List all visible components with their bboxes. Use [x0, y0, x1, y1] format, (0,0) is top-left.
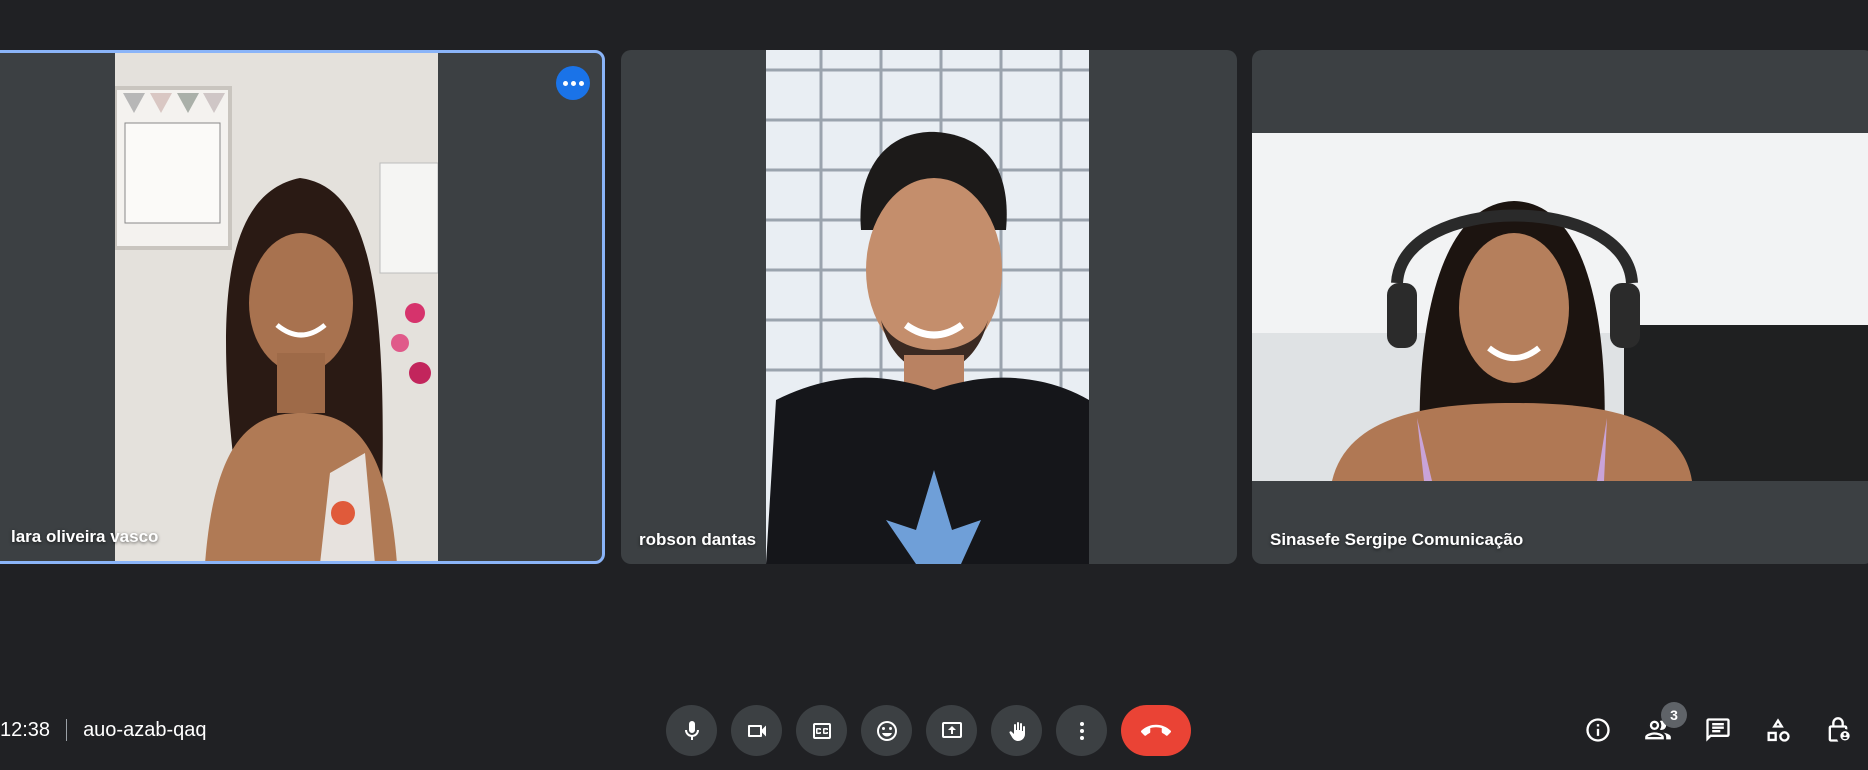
- camera-icon: [747, 724, 766, 737]
- meeting-info: 12:38 auo-azab-qaq: [0, 690, 207, 770]
- people-count-badge: 3: [1661, 702, 1687, 728]
- participant-name: Sinasefe Sergipe Comunicação: [1270, 530, 1524, 549]
- raise-hand-icon: [1008, 721, 1025, 741]
- video-frame-robson: [766, 50, 1089, 564]
- camera-button[interactable]: [731, 705, 782, 756]
- present-icon: [941, 721, 962, 738]
- end-call-icon: [1141, 724, 1171, 736]
- meeting-time: 12:38: [0, 718, 51, 741]
- participant-tile-robson[interactable]: robson dantas: [621, 50, 1237, 564]
- more-options-icon: [1079, 721, 1084, 740]
- meeting-details-button[interactable]: [1568, 700, 1628, 760]
- raise-hand-button[interactable]: [991, 705, 1042, 756]
- participant-tile-lara[interactable]: lara oliveira vasco: [0, 50, 605, 564]
- participant-tile-sinasefe[interactable]: Sinasefe Sergipe Comunicação: [1252, 50, 1868, 564]
- participant-name: lara oliveira vasco: [11, 527, 159, 546]
- meeting-code[interactable]: auo-azab-qaq: [83, 719, 206, 742]
- dot-icon: [562, 80, 568, 86]
- dot-icon: [578, 80, 584, 86]
- captions-button[interactable]: [796, 705, 847, 756]
- bottom-toolbar: 12:38 auo-azab-qaq 3: [0, 690, 1868, 770]
- dot-icon: [570, 80, 576, 86]
- participant-video: [1252, 133, 1868, 481]
- chat-icon: [1706, 718, 1730, 742]
- participant-video: [766, 50, 1089, 564]
- chat-button[interactable]: [1688, 700, 1748, 760]
- present-button[interactable]: [926, 705, 977, 756]
- separator: [66, 719, 68, 741]
- participant-name: robson dantas: [639, 530, 757, 549]
- call-controls: [666, 705, 1191, 756]
- right-tools: 3: [1568, 690, 1868, 770]
- microphone-button[interactable]: [666, 705, 717, 756]
- captions-icon: [812, 722, 831, 739]
- end-call-button[interactable]: [1121, 705, 1191, 756]
- microphone-icon: [684, 720, 699, 740]
- participant-video: [115, 53, 438, 561]
- info-icon: [1586, 718, 1610, 742]
- activities-icon: [1767, 718, 1790, 742]
- more-options-button[interactable]: [1056, 705, 1107, 756]
- emoji-icon: [876, 720, 897, 741]
- reactions-button[interactable]: [861, 705, 912, 756]
- video-frame-sinasefe: [1252, 133, 1868, 481]
- people-button[interactable]: 3: [1628, 700, 1688, 760]
- host-controls-button[interactable]: [1808, 700, 1868, 760]
- video-frame-lara: [115, 53, 438, 561]
- lock-person-icon: [1828, 717, 1850, 742]
- tile-more-options-button[interactable]: [556, 66, 590, 100]
- activities-button[interactable]: [1748, 700, 1808, 760]
